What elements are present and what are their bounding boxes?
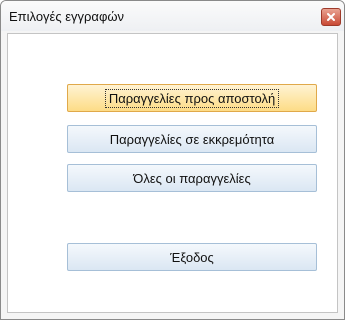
exit-button[interactable]: Έξοδος [67,243,317,271]
pending-orders-label: Παραγγελίες σε εκκρεμότητα [109,131,275,147]
dialog-window: Επιλογές εγγραφών Παραγγελίες προς αποστ… [0,0,345,320]
close-icon [327,13,335,21]
all-orders-button[interactable]: Όλες οι παραγγελίες [67,164,317,192]
dialog-body: Παραγγελίες προς αποστολή Παραγγελίες σε… [7,33,338,313]
orders-to-ship-label: Παραγγελίες προς αποστολή [104,88,280,108]
window-title: Επιλογές εγγραφών [9,9,125,24]
exit-label: Έξοδος [170,249,214,265]
all-orders-label: Όλες οι παραγγελίες [133,170,251,186]
pending-orders-button[interactable]: Παραγγελίες σε εκκρεμότητα [67,125,317,153]
close-button[interactable] [321,8,341,26]
title-bar[interactable]: Επιλογές εγγραφών [1,1,344,31]
orders-to-ship-button[interactable]: Παραγγελίες προς αποστολή [67,84,317,112]
